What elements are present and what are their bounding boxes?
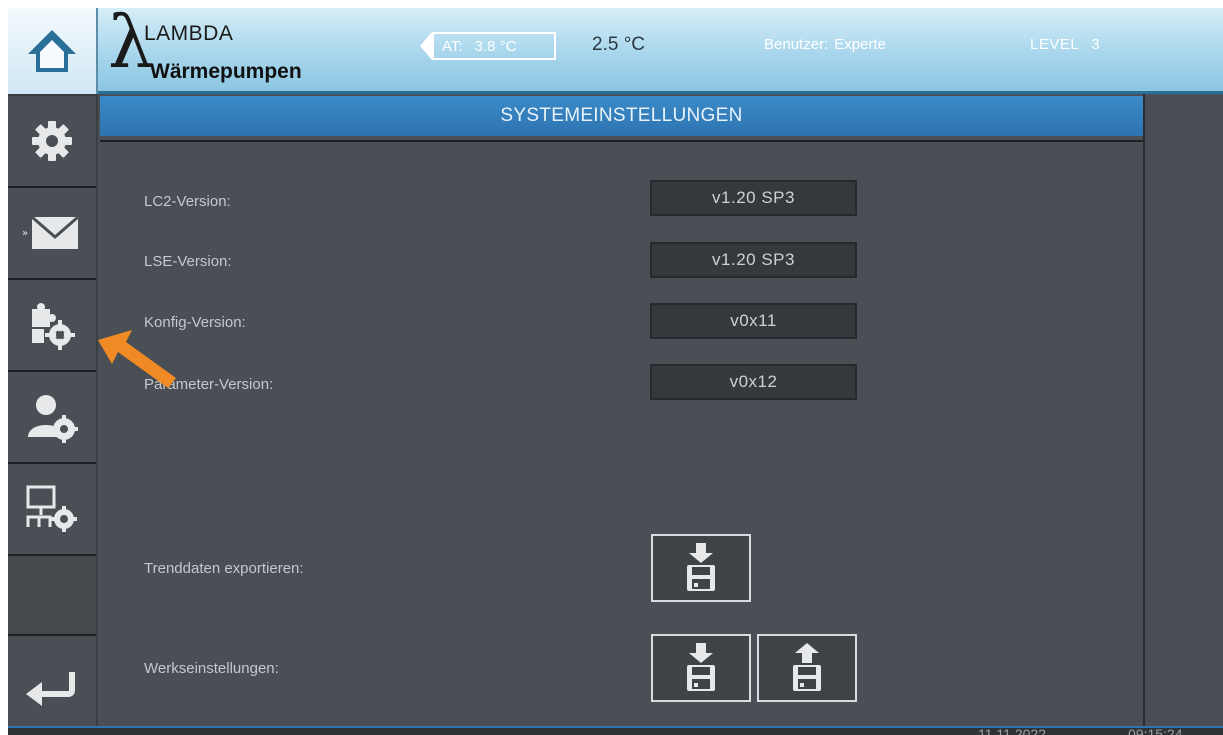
logo-title: LAMBDA: [144, 22, 234, 45]
user-info[interactable]: Benutzer: Experte: [764, 36, 886, 53]
lse-version-value: v1.20 SP3: [650, 242, 857, 278]
sidebar: »: [8, 94, 98, 735]
at-label: AT:: [442, 37, 463, 55]
home-icon: [28, 30, 76, 72]
outside-temp-value: 2.5 °C: [592, 34, 646, 55]
lc2-version-value: v1.20 SP3: [650, 180, 857, 216]
parameter-version-value: v0x12: [650, 364, 857, 400]
factory-settings-label: Werkseinstellungen:: [144, 660, 279, 677]
page-title: SYSTEMEINSTELLUNGEN: [100, 96, 1143, 136]
arrow-left-icon: [420, 32, 432, 60]
save-download-icon: [687, 543, 715, 591]
lse-version-label: LSE-Version:: [144, 253, 232, 270]
gear-icon: [32, 121, 72, 161]
sidebar-item-settings[interactable]: [8, 96, 96, 188]
app-frame: λ LAMBDA Wärmepumpen AT: 3.8 °C 2.5 °C B…: [8, 8, 1223, 735]
svg-text:»: »: [22, 228, 28, 239]
level-label: LEVEL: [1030, 36, 1080, 53]
back-button[interactable]: [8, 636, 96, 735]
user-gear-icon: [28, 395, 78, 443]
sidebar-item-network[interactable]: [8, 464, 96, 556]
konfig-version-label: Konfig-Version:: [144, 314, 246, 331]
sidebar-item-system[interactable]: [8, 280, 96, 372]
lc2-version-label: LC2-Version:: [144, 193, 231, 210]
sidebar-item-messages[interactable]: »: [8, 188, 96, 280]
puzzle-gear-icon: [32, 303, 75, 350]
header-bar: λ LAMBDA Wärmepumpen AT: 3.8 °C 2.5 °C B…: [8, 8, 1223, 94]
trend-export-button[interactable]: [651, 534, 751, 602]
level-info: LEVEL 3: [1030, 36, 1100, 53]
main-content: SYSTEMEINSTELLUNGEN LC2-Version: v1.20 S…: [100, 94, 1143, 726]
status-time: 09:15:24: [1128, 726, 1183, 735]
mail-icon: »: [22, 215, 79, 249]
network-gear-icon: [26, 485, 77, 532]
konfig-version-value: v0x11: [650, 303, 857, 339]
factory-settings-save-button[interactable]: [651, 634, 751, 702]
save-download-icon: [687, 643, 715, 691]
at-value: 3.8 °C: [474, 37, 517, 55]
trend-export-label: Trenddaten exportieren:: [144, 560, 304, 577]
sidebar-item-user-settings[interactable]: [8, 372, 96, 464]
back-arrow-icon: [26, 671, 75, 706]
level-value: 3: [1091, 36, 1101, 53]
sidebar-item-empty: [8, 556, 96, 636]
outside-temp-indicator[interactable]: AT: 3.8 °C: [420, 30, 556, 62]
lambda-logo: λ LAMBDA Wärmepumpen: [108, 8, 348, 90]
home-button[interactable]: [8, 8, 98, 94]
user-value: Experte: [834, 36, 886, 53]
annotation-arrow-icon: [98, 330, 176, 388]
status-date: 11.11.2022: [978, 726, 1046, 735]
divider: [100, 140, 1143, 142]
user-label: Benutzer:: [764, 36, 829, 53]
factory-settings-load-button[interactable]: [757, 634, 857, 702]
logo-subtitle: Wärmepumpen: [150, 60, 302, 83]
right-panel: [1143, 94, 1223, 726]
save-upload-icon: [793, 643, 821, 691]
